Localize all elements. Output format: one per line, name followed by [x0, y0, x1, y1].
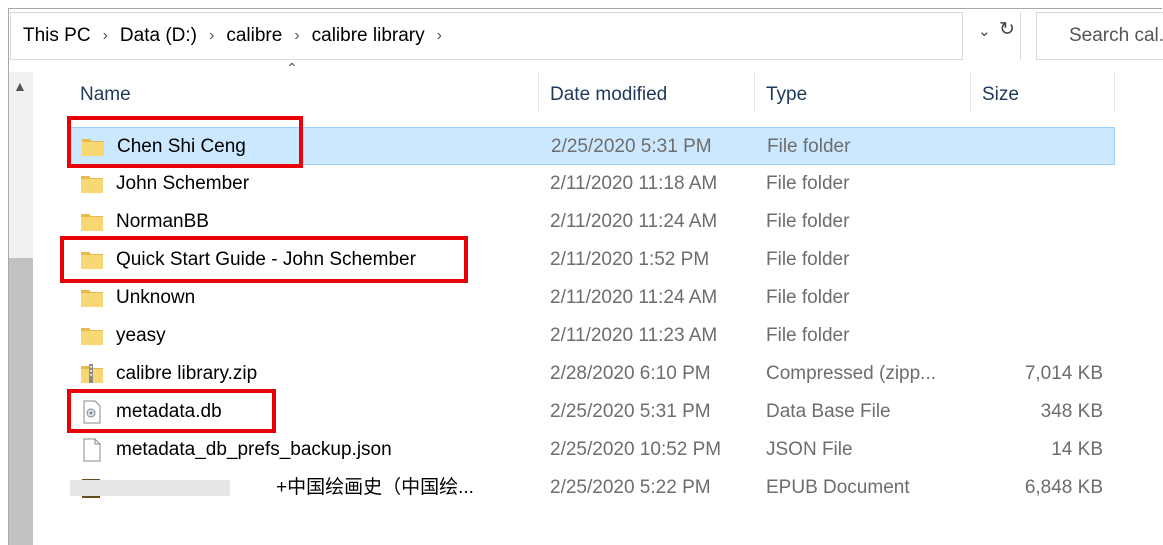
blurred-text [70, 480, 230, 496]
file-name: calibre library.zip [116, 363, 258, 384]
file-row[interactable]: Unknown 2/11/2020 11:24 AM File folder [70, 279, 1115, 317]
file-type: File folder [766, 287, 850, 308]
breadcrumb-data-drive[interactable]: Data (D:) [120, 25, 197, 47]
file-name: +中国绘画史（中国绘... [276, 477, 474, 498]
file-date-modified: 2/25/2020 10:52 PM [550, 439, 722, 460]
breadcrumb-calibre[interactable]: calibre [226, 25, 282, 47]
red-highlight-box [67, 116, 303, 168]
file-date-modified: 2/25/2020 5:31 PM [550, 401, 711, 422]
file-row[interactable]: yeasy 2/11/2020 11:23 AM File folder [70, 317, 1115, 355]
scrollbar-thumb[interactable] [9, 258, 33, 545]
file-type: File folder [767, 136, 851, 157]
folder-icon [80, 172, 104, 196]
file-type: Compressed (zipp... [766, 363, 937, 384]
file-date-modified: 2/11/2020 11:23 AM [550, 325, 718, 346]
column-divider[interactable] [970, 73, 971, 113]
file-type: File folder [766, 173, 850, 194]
file-name: yeasy [116, 325, 166, 346]
breadcrumb-this-pc[interactable]: This PC [23, 25, 91, 47]
divider [1020, 12, 1021, 60]
breadcrumb-calibre-library[interactable]: calibre library [312, 25, 425, 47]
refresh-icon[interactable]: ↻ [999, 18, 1015, 41]
file-row[interactable]: calibre library.zip 2/28/2020 6:10 PM Comp… [70, 355, 1115, 393]
address-bar[interactable]: This PC › Data (D:) › calibre › calibre … [10, 12, 963, 60]
file-icon [80, 438, 104, 462]
breadcrumb: This PC › Data (D:) › calibre › calibre … [11, 25, 454, 47]
chevron-right-icon[interactable]: › [103, 27, 108, 45]
file-size: 348 KB [1040, 401, 1103, 422]
folder-icon [80, 210, 104, 234]
column-header-name[interactable]: Name [80, 84, 131, 106]
file-date-modified: 2/11/2020 11:24 AM [550, 211, 718, 232]
file-date-modified: 2/28/2020 6:10 PM [550, 363, 711, 384]
file-size: 6,848 KB [1024, 477, 1103, 498]
file-type: JSON File [766, 439, 853, 460]
column-divider[interactable] [538, 73, 539, 113]
file-name: John Schember [116, 173, 250, 194]
column-divider[interactable] [754, 73, 755, 113]
file-type: File folder [766, 211, 850, 232]
column-header-size[interactable]: Size [982, 84, 1019, 106]
folder-icon [80, 286, 104, 310]
file-type: File folder [766, 325, 850, 346]
file-date-modified: 2/11/2020 1:52 PM [550, 249, 710, 270]
file-size: 7,014 KB [1024, 363, 1103, 384]
file-date-modified: 2/25/2020 5:22 PM [550, 477, 711, 498]
red-highlight-box [60, 236, 468, 283]
column-header-date[interactable]: Date modified [550, 84, 667, 106]
file-row[interactable]: metadata_db_prefs_backup.json 2/25/2020 1… [70, 431, 1115, 469]
file-type: File folder [766, 249, 850, 270]
file-name: Unknown [116, 287, 196, 308]
file-date-modified: 2/11/2020 11:24 AM [550, 287, 718, 308]
chevron-right-icon[interactable]: › [437, 27, 442, 45]
file-type: Data Base File [766, 401, 891, 422]
chevron-down-icon[interactable]: ⌄ [978, 22, 991, 40]
file-row[interactable]: +中国绘画史（中国绘... 2/25/2020 5:22 PM EPUB Docum… [70, 469, 1115, 507]
file-type: EPUB Document [766, 477, 910, 498]
file-name: metadata_db_prefs_backup.json [116, 439, 392, 460]
file-size: 14 KB [1051, 439, 1103, 460]
search-input[interactable]: Search cal... [1036, 12, 1163, 60]
scroll-up-arrow-icon[interactable]: ▲ [13, 78, 27, 94]
chevron-right-icon[interactable]: › [209, 27, 214, 45]
file-date-modified: 2/11/2020 11:18 AM [550, 173, 718, 194]
column-header-type[interactable]: Type [766, 84, 807, 106]
file-date-modified: 2/25/2020 5:31 PM [551, 136, 712, 157]
zip-icon [80, 362, 104, 386]
sort-ascending-icon: ⌃ [286, 60, 298, 76]
folder-icon [80, 324, 104, 348]
file-row[interactable]: John Schember 2/11/2020 11:18 AM File fold… [70, 165, 1115, 203]
column-divider[interactable] [1114, 73, 1115, 113]
red-highlight-box [67, 389, 276, 433]
chevron-right-icon[interactable]: › [294, 27, 299, 45]
